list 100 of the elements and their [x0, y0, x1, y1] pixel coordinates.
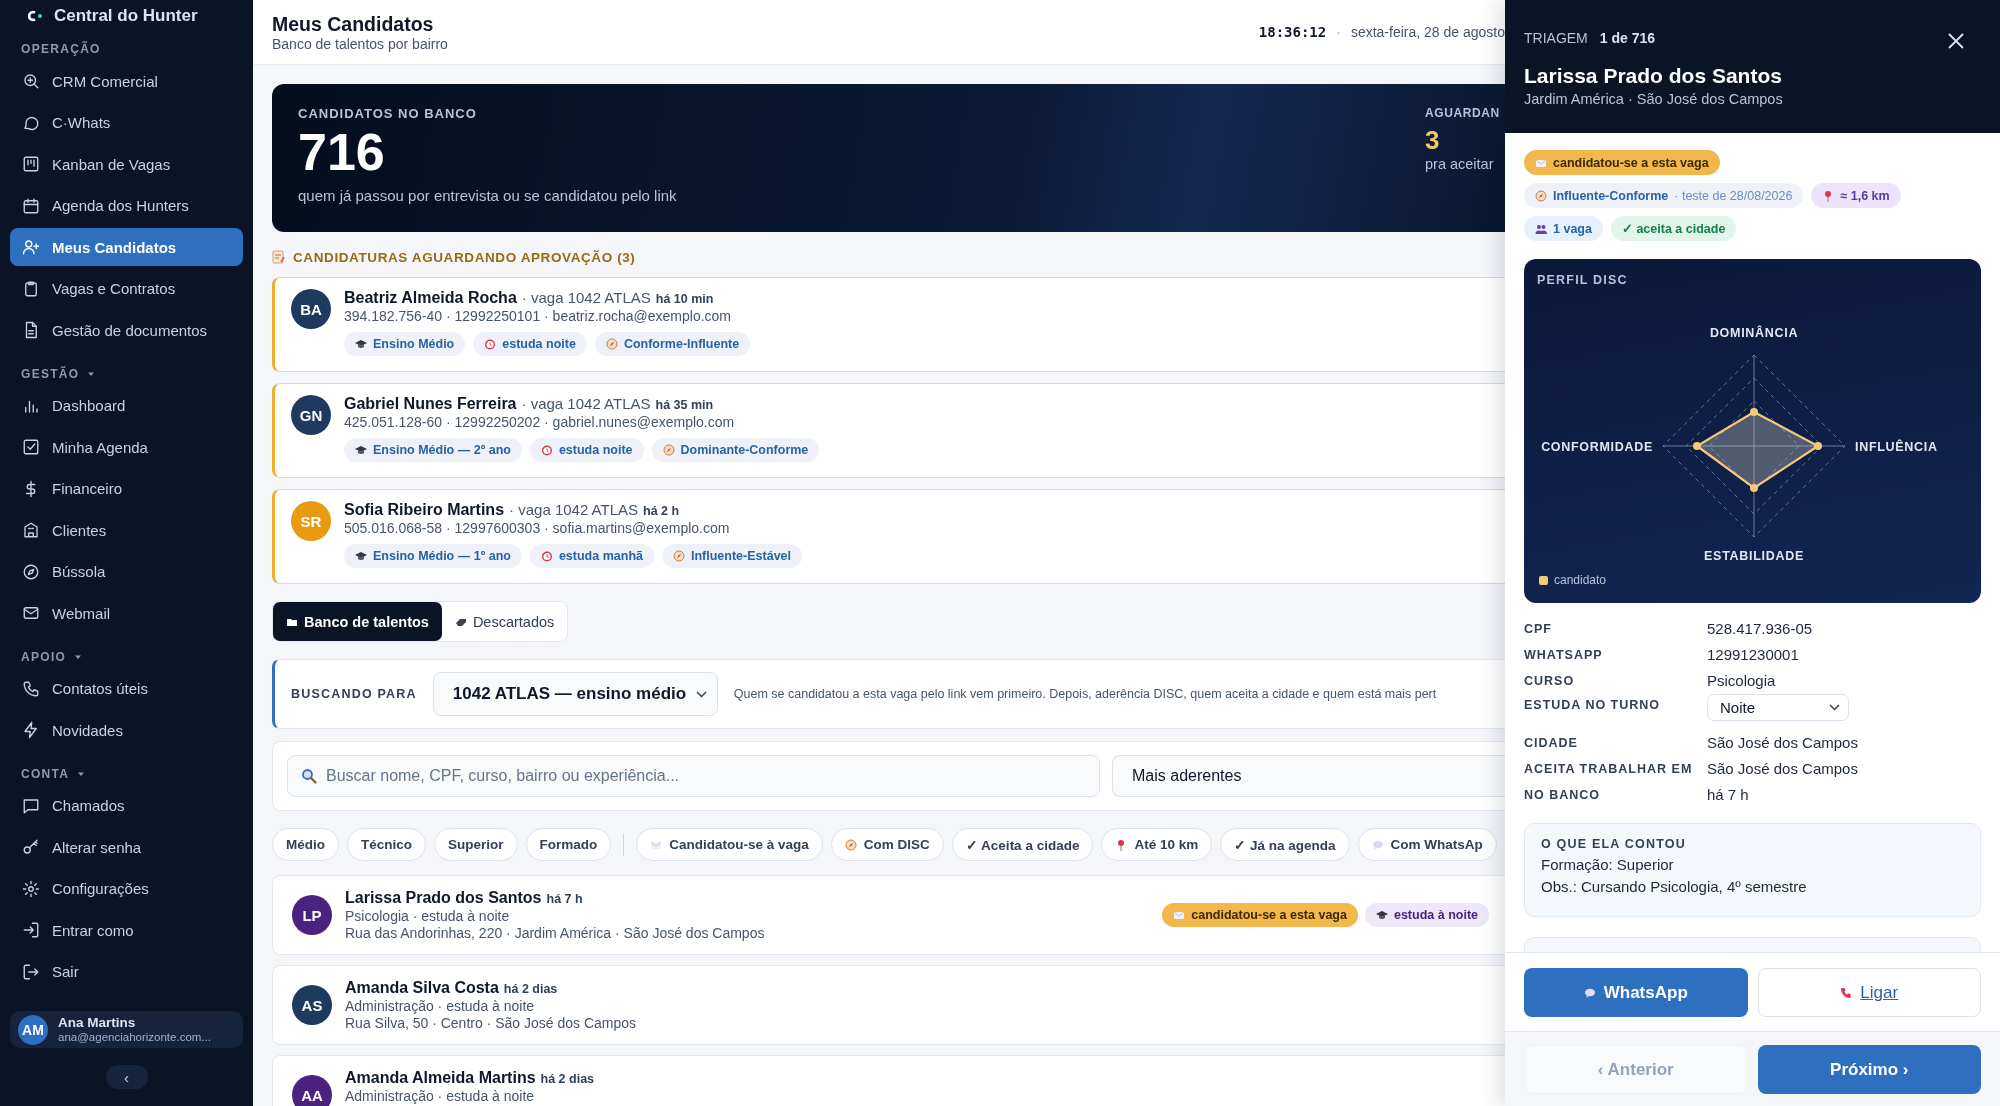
filter-chip[interactable]: Candidatou-se à vaga [636, 828, 823, 861]
hint-text: Quem se candidatou a esta vaga pelo link vem primeiro. Depois, aderência DISC, quem aceita a cidade e quem está mais pert [733, 687, 1437, 701]
field-label: ESTUDA NO TURNO [1524, 697, 1662, 714]
field-label: BUSCANDO PARA [291, 687, 417, 701]
speech-bubble-icon [1583, 986, 1596, 999]
filter-chip[interactable]: Com DISC [830, 828, 944, 861]
close-button[interactable] [1946, 31, 1966, 51]
time-label: há 2 dias [503, 981, 558, 998]
tag: estuda noite [473, 332, 587, 356]
panel-label: TRIAGEM [1524, 30, 1588, 46]
candidate-location: Jardim América · São José dos Campos [1524, 91, 1784, 107]
clock: 18:36:12 [1258, 24, 1327, 40]
user-card[interactable]: AM Ana Martins ana@agenciahorizonte.com... [10, 1011, 243, 1048]
contact-info: 394.182.756-40 · 12992250101 · beatriz.rocha@exemplo.com [344, 308, 733, 324]
candidate-name: Larissa Prado dos Santos [345, 889, 542, 906]
section-label: OPERAÇÃO [21, 42, 101, 56]
stat-label: CANDIDATOS NO BANCO [298, 106, 478, 121]
tab[interactable]: Banco de talentos [273, 602, 442, 641]
user-name: Ana Martins [58, 1014, 137, 1030]
filter-chip[interactable]: Até 10 km [1101, 828, 1213, 861]
nav-item[interactable]: Novidades [10, 711, 243, 749]
job-select[interactable]: 1042 ATLAS — ensino médio [432, 672, 718, 716]
nav-item[interactable]: Entrar como [10, 911, 243, 949]
nav-item[interactable]: Gestão de documentos [10, 311, 243, 349]
nav-item[interactable]: Bússola [10, 552, 243, 591]
candidate-row[interactable]: AS Amanda Silva Costa há 2 dias Administração · estuda à noite Rua Silva, 50 · Centro · São José dos Campos [272, 965, 1505, 1045]
card-title: PERFIL DISC [1537, 273, 1629, 287]
filter-chip[interactable]: ✓ Aceita a cidade [951, 828, 1094, 861]
field-value: São José dos Campos [1707, 733, 1859, 753]
filter-chip[interactable]: Médio [272, 828, 339, 861]
time-label: há 2 dias [540, 1071, 595, 1088]
nav-item[interactable]: Meus Candidatos [10, 228, 243, 266]
candidate-info: Administração · estuda à noite [345, 1088, 536, 1105]
tag: ≈ 1,6 km [1811, 183, 1901, 208]
filter-chip[interactable]: Com WhatsAp [1357, 828, 1497, 861]
user-plus-icon [22, 238, 40, 256]
nav-item[interactable]: Contatos úteis [10, 669, 243, 708]
nav-item[interactable]: Kanban de Vagas [10, 145, 243, 183]
candidate-row[interactable]: LP Larissa Prado dos Santos há 7 h Psicologia · estuda à noite Rua das Andorinhas, 220 · Jardim América · São José dos Campos candidatou-se a esta vaga estuda à noite [272, 875, 1505, 955]
legend-label: candidato [1554, 573, 1607, 587]
tag: Dominante-Conforme [651, 438, 820, 462]
logo-icon [26, 9, 44, 23]
filter-chip[interactable]: Superior [434, 828, 518, 861]
filter-chip[interactable]: Técnico [347, 828, 426, 861]
next-button[interactable]: Próximo › [1757, 1045, 1981, 1094]
sort-select[interactable]: Mais aderentes [1112, 755, 1505, 797]
field-label: CIDADE [1524, 735, 1579, 752]
candidate-name: Amanda Almeida Martins [345, 1069, 536, 1086]
whatsapp-button[interactable]: WhatsApp [1524, 968, 1748, 1017]
compass-icon [662, 444, 675, 456]
search-field[interactable]: Buscar nome, CPF, curso, bairro ou experiência... [287, 755, 1100, 797]
speech-bubble-icon [1371, 838, 1384, 851]
tag: 1 vaga [1524, 216, 1603, 241]
filter-chip[interactable]: Formado [525, 828, 612, 861]
lightning-icon [22, 721, 40, 739]
nav-item[interactable]: Configurações [10, 869, 243, 908]
filter-chip[interactable]: ✓ Já na agenda [1220, 828, 1350, 861]
tag: estuda manhã [529, 544, 654, 568]
tab[interactable]: Descartados [441, 602, 568, 641]
graduation-cap-icon [355, 550, 367, 562]
compass-icon [22, 562, 40, 581]
stat-caption: pra aceitar [1425, 156, 1495, 172]
legend-swatch [1539, 575, 1548, 585]
call-link[interactable]: Ligar [1757, 968, 1981, 1017]
compass-icon [844, 838, 857, 851]
nav-item[interactable]: Minha Agenda [10, 428, 243, 466]
nav-item[interactable]: Dashboard [10, 386, 243, 425]
tag: Conforme-Influente [594, 332, 751, 356]
time-label: há 35 min [655, 398, 714, 412]
nav-item[interactable]: Webmail [10, 594, 243, 632]
nav-item[interactable]: CRM Comercial [10, 62, 243, 100]
nav-item[interactable]: Agenda dos Hunters [10, 186, 243, 225]
nav-item[interactable]: Vagas e Contratos [10, 269, 243, 308]
tag: estuda noite [529, 438, 644, 462]
collapse-button[interactable]: ‹ [105, 1065, 148, 1089]
tag: Ensino Médio — 1º ano [344, 544, 522, 568]
people-icon [1535, 222, 1547, 235]
nav-item[interactable]: C·Whats [10, 103, 243, 142]
compass-icon [1535, 189, 1547, 202]
close-icon [1946, 31, 1966, 51]
nav-item[interactable]: Chamados [10, 786, 243, 825]
checkbox-icon [22, 438, 40, 456]
tag: Ensino Médio — 2º ano [344, 438, 522, 462]
field-value: há 7 h [1707, 785, 1750, 805]
phone-icon [22, 679, 40, 698]
nav-item[interactable]: Financeiro [10, 469, 243, 508]
nav-item[interactable]: Sair [10, 952, 243, 991]
stat-label: AGUARDAN [1425, 106, 1501, 120]
field-value: São José dos Campos [1707, 759, 1859, 779]
axis-label: ESTABILIDADE [1704, 549, 1804, 563]
note-text: Formação: Superior [1541, 856, 1675, 873]
field-label: CPF [1524, 621, 1553, 638]
nav-item[interactable]: Alterar senha [10, 828, 243, 866]
nav-item[interactable]: Clientes [10, 511, 243, 549]
time-label: há 10 min [655, 292, 714, 306]
candidate-info: Administração · estuda à noite [345, 998, 536, 1015]
alarm-clock-icon [484, 338, 497, 350]
candidate-row[interactable]: AA Amanda Almeida Martins há 2 dias Administração · estuda à noite [272, 1055, 1505, 1106]
shift-select[interactable]: Noite [1707, 694, 1849, 721]
avatar: AS [292, 985, 332, 1025]
